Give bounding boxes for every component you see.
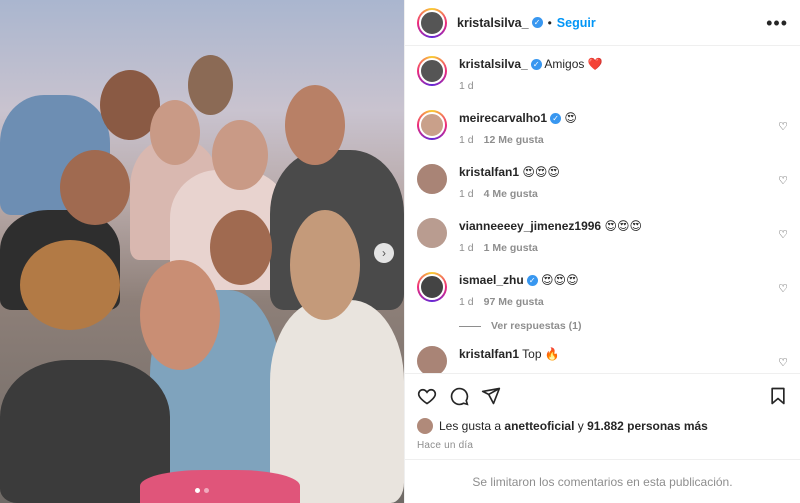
photo-figure <box>140 470 300 503</box>
comment-username[interactable]: vianneeeey_jimenez1996 <box>459 219 601 233</box>
photo-face <box>60 150 130 225</box>
likes-connector: y <box>577 419 584 433</box>
comment-text: 😍😍😍 <box>541 273 579 287</box>
like-comment-heart-icon[interactable]: ♡ <box>778 228 788 241</box>
photo-face <box>290 210 360 320</box>
carousel-indicator <box>195 488 209 493</box>
comments-disabled-notice: Se limitaron los comentarios en esta pub… <box>405 459 800 503</box>
comment-icon[interactable] <box>449 386 469 406</box>
commenter-avatar[interactable] <box>417 164 447 194</box>
photo-face <box>210 210 272 285</box>
comment-username[interactable]: kristalfan1 <box>459 165 519 179</box>
heart-emoji: ❤️ <box>587 57 603 71</box>
photo-face <box>150 100 200 165</box>
comment-username[interactable]: kristalfan1 <box>459 347 519 361</box>
post-actions: Les gusta a anetteoficial y 91.882 perso… <box>405 373 800 459</box>
photo-face <box>188 55 233 115</box>
comment-likes[interactable]: 12 Me gusta <box>484 134 544 146</box>
comment-text: Top 🔥 <box>522 347 560 361</box>
comment: kristalfan1 😍😍😍 1 d 4 Me gusta ♡ <box>417 164 788 202</box>
view-replies-button[interactable]: Ver respuestas (1) <box>459 320 788 332</box>
comment-time: 1 d <box>459 242 474 254</box>
chevron-right-icon: › <box>382 246 386 260</box>
author-username[interactable]: kristalsilva_ <box>457 16 529 30</box>
photo-face <box>285 85 345 165</box>
commenter-avatar[interactable] <box>417 218 447 248</box>
post-sidebar: kristalsilva_ ✓ • Seguir ••• kristalsilv… <box>404 0 800 503</box>
author-avatar[interactable] <box>417 56 447 86</box>
caption-text: Amigos <box>544 57 585 71</box>
view-replies-label: Ver respuestas (1) <box>491 320 582 332</box>
carousel-dot <box>195 488 200 493</box>
comment-username[interactable]: meirecarvalho1 <box>459 111 547 125</box>
photo-figure <box>270 300 404 503</box>
comment-text: 😍 <box>564 111 577 125</box>
bookmark-icon[interactable] <box>768 386 788 406</box>
caption: kristalsilva_ ✓ Amigos ❤️ 1 d <box>417 56 788 94</box>
comment: meirecarvalho1 ✓ 😍 1 d 12 Me gusta ♡ <box>417 110 788 148</box>
heart-icon[interactable] <box>417 386 437 406</box>
like-comment-heart-icon[interactable]: ♡ <box>778 174 788 187</box>
comment-time: 1 d <box>459 134 474 146</box>
instagram-post: › kristalsilva_ ✓ • Seguir ••• kristalsi… <box>0 0 800 503</box>
verified-icon: ✓ <box>550 113 562 124</box>
photo-face <box>140 260 220 370</box>
commenter-avatar[interactable] <box>417 110 447 140</box>
comment: ismael_zhu ✓ 😍😍😍 1 d 97 Me gusta ♡ <box>417 272 788 310</box>
like-comment-heart-icon[interactable]: ♡ <box>778 356 788 369</box>
comment-text: 😍😍😍 <box>522 165 560 179</box>
author-avatar[interactable] <box>417 7 447 38</box>
comment-time: 1 d <box>459 296 474 308</box>
verified-icon: ✓ <box>526 275 538 286</box>
comment-likes[interactable]: 1 Me gusta <box>484 242 538 254</box>
liker-username[interactable]: anetteoficial <box>504 419 574 433</box>
post-image[interactable]: › <box>0 0 404 503</box>
comment-likes[interactable]: 97 Me gusta <box>484 296 544 308</box>
share-icon[interactable] <box>481 386 501 406</box>
comment: vianneeeey_jimenez1996 😍😍😍 1 d 1 Me gusta… <box>417 218 788 256</box>
separator-dot: • <box>547 15 552 30</box>
like-comment-heart-icon[interactable]: ♡ <box>778 282 788 295</box>
comment-time: 1 d <box>459 188 474 200</box>
commenter-avatar[interactable] <box>417 272 447 302</box>
more-horizontal-icon[interactable]: ••• <box>766 14 788 32</box>
post-header: kristalsilva_ ✓ • Seguir ••• <box>405 0 800 46</box>
likes-prefix: Les gusta a <box>439 419 502 433</box>
likes-others[interactable]: 91.882 personas más <box>587 419 708 433</box>
post-timestamp: Hace un día <box>417 440 474 451</box>
follow-button[interactable]: Seguir <box>557 16 596 30</box>
carousel-dot <box>204 488 209 493</box>
comment-likes[interactable]: 4 Me gusta <box>484 188 538 200</box>
verified-icon: ✓ <box>530 59 542 70</box>
comment-text: 😍😍😍 <box>604 219 642 233</box>
photo-dog <box>20 240 120 330</box>
liker-avatar <box>417 418 433 434</box>
comments-list[interactable]: kristalsilva_ ✓ Amigos ❤️ 1 d meirecarval… <box>405 46 800 373</box>
caption-time: 1 d <box>459 80 474 92</box>
likes-summary[interactable]: Les gusta a anetteoficial y 91.882 perso… <box>417 418 788 434</box>
like-comment-heart-icon[interactable]: ♡ <box>778 120 788 133</box>
commenter-avatar[interactable] <box>417 346 447 373</box>
comment: kristalfan1 Top 🔥 ♡ <box>417 346 788 373</box>
next-image-button[interactable]: › <box>374 243 394 263</box>
verified-icon: ✓ <box>531 17 543 28</box>
replies-divider <box>459 325 481 327</box>
photo-face <box>212 120 268 190</box>
caption-username[interactable]: kristalsilva_ <box>459 57 528 71</box>
comment-username[interactable]: ismael_zhu <box>459 273 524 287</box>
